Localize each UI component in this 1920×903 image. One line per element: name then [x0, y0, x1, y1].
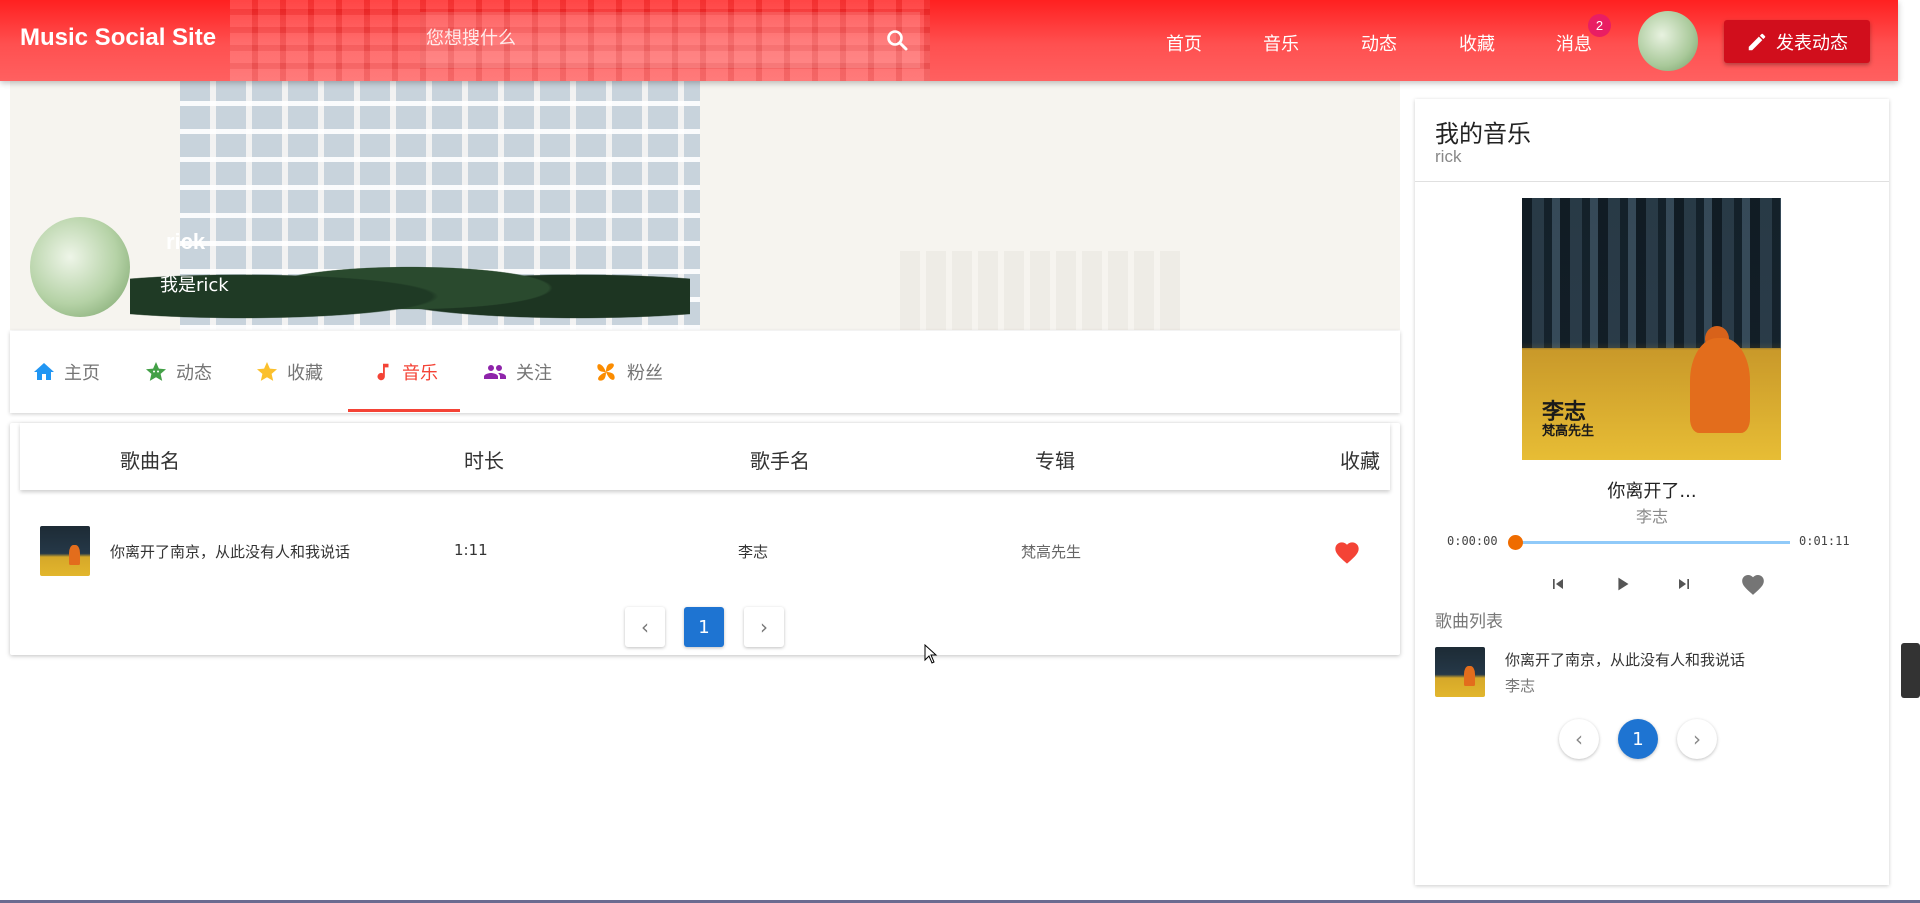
table-next-page-button[interactable]: ›: [744, 607, 784, 647]
music-player-panel: 我的音乐 rick 李志 梵高先生 你离开了... 李志 0:00:00 0:0…: [1415, 99, 1889, 885]
post-status-label: 发表动态: [1776, 32, 1848, 54]
search-icon[interactable]: [885, 28, 909, 52]
table-prev-page-button[interactable]: ‹: [625, 607, 665, 647]
total-time: 0:01:11: [1799, 534, 1850, 548]
column-header-title: 歌曲名: [120, 449, 180, 473]
message-count-badge: 2: [1588, 14, 1611, 37]
table-header: 歌曲名 时长 歌手名 专辑 收藏: [20, 423, 1390, 490]
playlist-item[interactable]: 你离开了南京，从此没有人和我说话 李志: [1435, 647, 1875, 699]
song-duration: 1:11: [454, 541, 488, 559]
progress-slider[interactable]: [1514, 541, 1790, 544]
now-playing-artist: 李志: [1635, 507, 1668, 526]
tab-following-label: 关注: [516, 363, 552, 384]
song-cover-thumbnail: [40, 526, 90, 576]
column-header-favorite: 收藏: [1340, 449, 1380, 473]
previous-track-button[interactable]: [1543, 569, 1573, 599]
cover-building-distant: [900, 251, 1180, 330]
tab-favorites-label: 收藏: [287, 363, 323, 384]
search-box: [420, 12, 920, 68]
panel-subtitle: rick: [1435, 147, 1462, 166]
play-icon: [1618, 577, 1629, 591]
star-icon: [257, 362, 277, 381]
album-cover-album-text: 梵高先生: [1542, 424, 1595, 439]
playlist-label: 歌曲列表: [1435, 612, 1503, 632]
progress-knob[interactable]: [1508, 535, 1523, 550]
album-cover: 李志 梵高先生: [1522, 198, 1781, 460]
skip-previous-icon: [1553, 579, 1563, 589]
nav-home[interactable]: 首页: [1166, 30, 1202, 56]
tab-feed-label: 动态: [176, 363, 212, 384]
tab-following[interactable]: 关注: [482, 331, 552, 413]
song-table: 歌曲名 时长 歌手名 专辑 收藏 你离开了南京，从此没有人和我说话 1:11 李…: [10, 423, 1400, 655]
play-button[interactable]: [1608, 569, 1638, 599]
nav-music[interactable]: 音乐: [1263, 30, 1299, 56]
skip-next-icon: [1679, 579, 1689, 589]
song-artist[interactable]: 李志: [738, 541, 768, 562]
search-input[interactable]: [424, 20, 844, 56]
tab-home-label: 主页: [64, 363, 100, 384]
song-title[interactable]: 你离开了南京，从此没有人和我说话: [110, 541, 350, 562]
pinwheel-icon: [597, 363, 615, 381]
tab-home[interactable]: 主页: [32, 331, 100, 413]
heart-icon: [1742, 575, 1764, 595]
playlist-next-page-button[interactable]: ›: [1677, 719, 1717, 759]
scrollbar-thumb[interactable]: [1901, 643, 1920, 698]
profile-name: rick: [166, 229, 206, 254]
post-status-button[interactable]: 发表动态: [1724, 20, 1870, 63]
profile-bio: 我是rick: [160, 275, 229, 296]
tab-feed[interactable]: 动态: [144, 331, 212, 413]
panel-divider: [1415, 181, 1889, 182]
playlist-prev-page-button[interactable]: ‹: [1559, 719, 1599, 759]
nav-messages[interactable]: 消息: [1556, 30, 1592, 56]
profile-tabs: 主页 动态 收藏 音乐 关注 粉丝: [10, 331, 1400, 413]
album-cover-trees: [1522, 198, 1781, 348]
top-app-bar: Music Social Site 首页 音乐 动态 收藏 消息 2 发表动态: [0, 0, 1898, 81]
playlist-item-artist: 李志: [1505, 677, 1536, 695]
site-brand[interactable]: Music Social Site: [20, 24, 216, 52]
next-track-button[interactable]: [1669, 569, 1699, 599]
tab-music[interactable]: 音乐: [372, 331, 438, 413]
tab-music-label: 音乐: [402, 363, 438, 384]
column-header-duration: 时长: [464, 449, 504, 473]
nav-favorites[interactable]: 收藏: [1459, 30, 1495, 56]
pencil-icon: [1748, 33, 1766, 50]
column-header-album: 专辑: [1035, 449, 1075, 473]
smiley-star-icon: [146, 362, 166, 381]
current-time: 0:00:00: [1447, 534, 1498, 548]
tab-followers[interactable]: 粉丝: [593, 331, 663, 413]
user-avatar[interactable]: [1638, 11, 1698, 71]
playlist-item-thumbnail: [1435, 647, 1485, 697]
table-row[interactable]: 你离开了南京，从此没有人和我说话 1:11 李志 梵高先生: [10, 523, 1400, 581]
favorite-track-button[interactable]: [1738, 569, 1768, 599]
album-cover-figure: [1690, 338, 1750, 433]
mouse-cursor-icon: [924, 644, 938, 664]
heart-filled-icon[interactable]: [1333, 539, 1361, 565]
panel-title: 我的音乐: [1435, 120, 1531, 148]
table-page-1-button[interactable]: 1: [684, 607, 724, 647]
nav-feed[interactable]: 动态: [1361, 30, 1397, 56]
tab-favorites[interactable]: 收藏: [255, 331, 323, 413]
profile-avatar[interactable]: [30, 217, 130, 317]
now-playing-title: 你离开了...: [1607, 481, 1697, 502]
home-icon: [34, 363, 54, 380]
column-header-artist: 歌手名: [750, 449, 810, 473]
tab-followers-label: 粉丝: [627, 363, 663, 384]
active-tab-indicator: [348, 409, 460, 412]
people-icon: [484, 365, 506, 379]
playlist-item-title: 你离开了南京，从此没有人和我说话: [1505, 651, 1746, 669]
song-album[interactable]: 梵高先生: [1021, 541, 1081, 562]
music-note-icon: [377, 363, 389, 381]
playlist-page-1-button[interactable]: 1: [1618, 719, 1658, 759]
